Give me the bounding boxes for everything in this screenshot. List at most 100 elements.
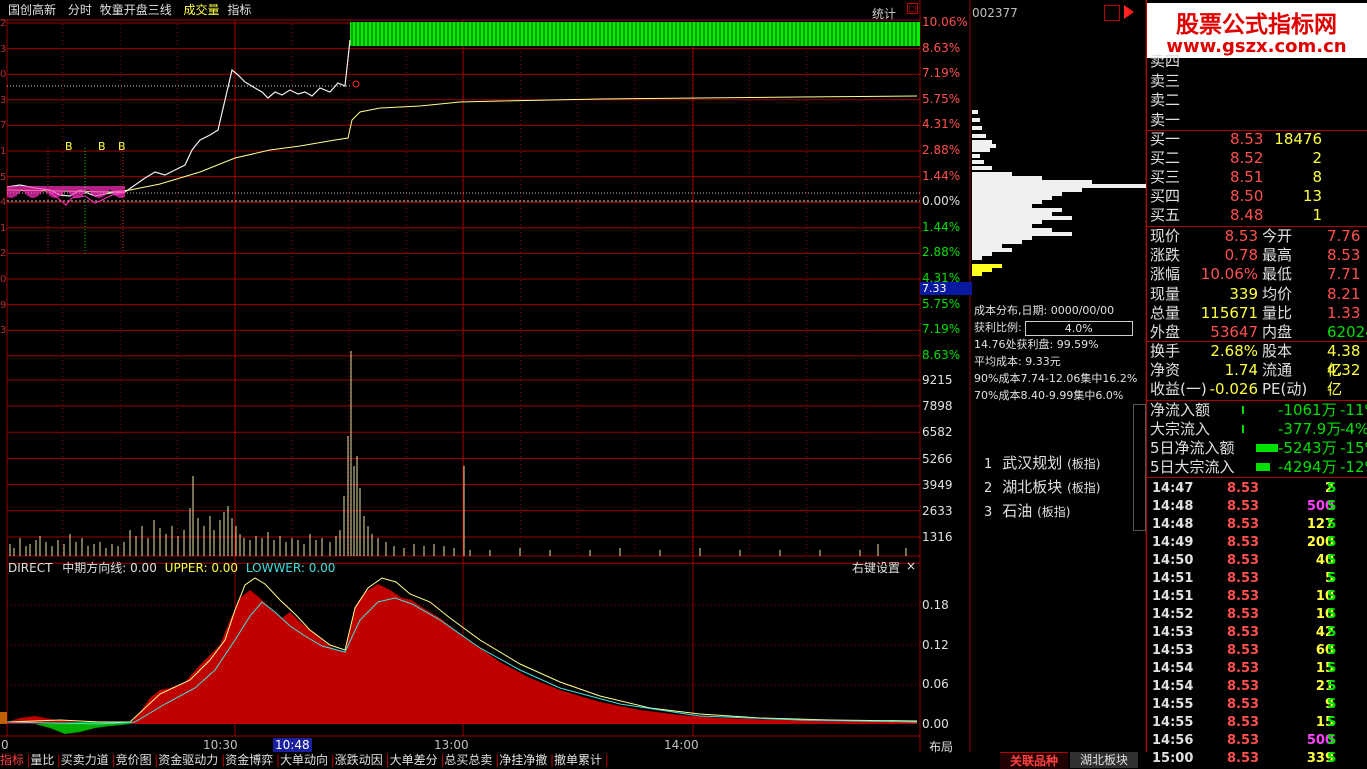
profit-ratio-row: 获利比例: 4.0% [974,319,1144,336]
stock-name[interactable]: 国创高新 [8,3,56,17]
tick-row: 14:51 8.53 10 S [1150,588,1367,606]
price-axis-left-label: 7 [0,120,7,132]
limit-up-band [350,22,920,46]
buy-level-row: 买四 8.50 13 [1150,187,1367,206]
quote-label: 总量 [1150,303,1181,322]
indicator-name[interactable]: 牧童开盘三线 [100,3,172,17]
tick-time: 14:55 [1152,697,1194,712]
price-axis-label: 8.63% [922,40,961,55]
related-tag: (板指) [1067,481,1101,495]
tick-time: 14:55 [1152,715,1194,730]
related-num: 2 [984,481,993,496]
related-tag: (板指) [1067,457,1101,471]
tick-row: 14:50 8.53 40 S [1150,552,1367,570]
tick-volume: 15 [1315,661,1334,676]
quote-label: 最高 [1262,246,1293,265]
sell-level-row: 卖二 [1150,91,1367,110]
tick-time: 14:52 [1152,607,1194,622]
tick-row: 14:56 8.53 500 S [1150,732,1367,750]
indicator-header: DIRECT 中期方向线: 0.00 UPPER: 0.00 LOWWER: 0… [8,559,335,576]
fund-flow-bar [1242,406,1244,414]
tick-volume: 42 [1315,625,1334,640]
quote-row: 涨幅 10.06% 最低 7.71 [1150,265,1367,284]
price-axis-label: 10.06% [922,15,968,29]
tick-time: 14:54 [1152,661,1194,676]
chip-line-4: 70%成本8.40-9.99集中6.0% [974,389,1124,402]
bottom-tab[interactable]: 资金博弈 [225,752,273,768]
fund-flow-pct: -4% [1340,420,1367,438]
price-axis-label: 0.00% [922,194,961,209]
related-item[interactable]: 3 石油 (板指) [984,500,1100,524]
tick-time: 14:51 [1152,571,1194,586]
x-label-1300: 13:00 [434,738,469,752]
indicator-close-icon[interactable]: × [906,559,916,573]
close-icon[interactable]: □ [907,3,918,14]
bottom-tab[interactable]: 大单动向 [280,752,328,768]
volume-label[interactable]: 成交量 [184,3,220,17]
related-item[interactable]: 2 湖北板块 (板指) [984,476,1100,500]
bottom-tab[interactable]: 撤单累计 [554,752,602,768]
bottom-tab[interactable]: 买卖力道 [61,752,109,768]
tick-side: S [1327,499,1337,514]
tick-time: 14:53 [1152,643,1194,658]
tick-side: S [1327,751,1337,766]
quote-label: 外盘 [1150,323,1181,341]
tab-related-symbols[interactable]: 关联品种 [1000,752,1068,769]
sell-level-label: 卖二 [1150,91,1181,109]
panel-menu-icon[interactable] [1104,5,1120,21]
tick-row: 14:53 8.53 42 S [1150,624,1367,642]
buy-level-row: 买五 8.48 1 [1150,206,1367,225]
price-axis-left-label: 2 [0,248,7,260]
quote-value: -0.026 [1209,380,1258,398]
chip-line-1: 14.76处获利盘: 99.59% [974,338,1099,351]
upper-label: UPPER: 0.00 [164,561,239,575]
related-num: 3 [984,505,993,520]
price-axis-label: 5.75% [922,296,961,311]
related-scrollbar[interactable] [1133,404,1146,531]
fund-flow-label: 净流入额 [1150,401,1211,419]
limit-marker [352,80,360,88]
quote-label: 净资 [1150,361,1181,379]
tab-hubei-sector[interactable]: 湖北板块 [1070,752,1138,768]
intraday-label[interactable]: 分时 [68,3,92,17]
tick-volume: 40 [1315,553,1334,568]
volume-axis-label: 7898 [922,399,953,414]
chip-distribution-info: 成本分布,日期: 0000/00/00 获利比例: 4.0% 14.76处获利盘:… [974,302,1144,404]
x-cursor-time: 10:48 [273,738,312,752]
bottom-tab[interactable]: 量比 [30,752,54,768]
bottom-tab[interactable]: 净挂净撤 [499,752,547,768]
bottom-tab[interactable]: 竞价图 [116,752,152,768]
price-axis-left-label: 1 [0,222,7,234]
related-tag: (板指) [1037,505,1071,519]
stats-button[interactable]: 统计 [872,5,896,22]
indicator-label[interactable]: 指标 [227,3,251,17]
bottom-tab[interactable]: 涨跌动因 [335,752,383,768]
related-name: 武汉规划 [1002,454,1063,472]
quote-label: 最低 [1262,265,1293,284]
tick-side: S [1327,715,1337,730]
fund-flow-row: 大宗流入 -377.9万 -4% [1150,420,1367,439]
bottom-tab[interactable]: 资金驱动力 [158,752,218,768]
quote-label: 涨幅 [1150,265,1181,284]
expand-arrow-icon[interactable] [1124,5,1134,19]
bottom-tab[interactable]: 总买总卖 [444,752,492,768]
buy-level-volume: 13 [1302,187,1322,205]
logo-title: 股票公式指标网 [1176,12,1337,38]
bottom-tab[interactable]: 指标 [0,752,24,768]
fund-flow-pct: -12% [1340,458,1367,476]
quote-row: 现价 8.53 今开 7.76 [1150,227,1367,246]
tick-row: 14:48 8.53 500 S [1150,498,1367,516]
quote-value: 339 [1229,284,1258,303]
buy-level-volume: 2 [1312,149,1322,167]
price-axis-label: 8.63% [922,347,961,362]
tick-row: 14:54 8.53 15 S [1150,660,1367,678]
tick-side: S [1327,571,1337,586]
fund-flow-pct: -15% [1340,439,1367,457]
indicator-title: DIRECT [8,561,53,575]
bottom-tab[interactable]: 大单差分 [390,752,438,768]
settings-button[interactable]: 右键设置 [852,559,900,576]
price-axis-left-label: 9 [0,299,7,311]
quote-label: 现量 [1150,284,1181,303]
tick-side: S [1327,625,1337,640]
related-item[interactable]: 1 武汉规划 (板指) [984,452,1100,476]
